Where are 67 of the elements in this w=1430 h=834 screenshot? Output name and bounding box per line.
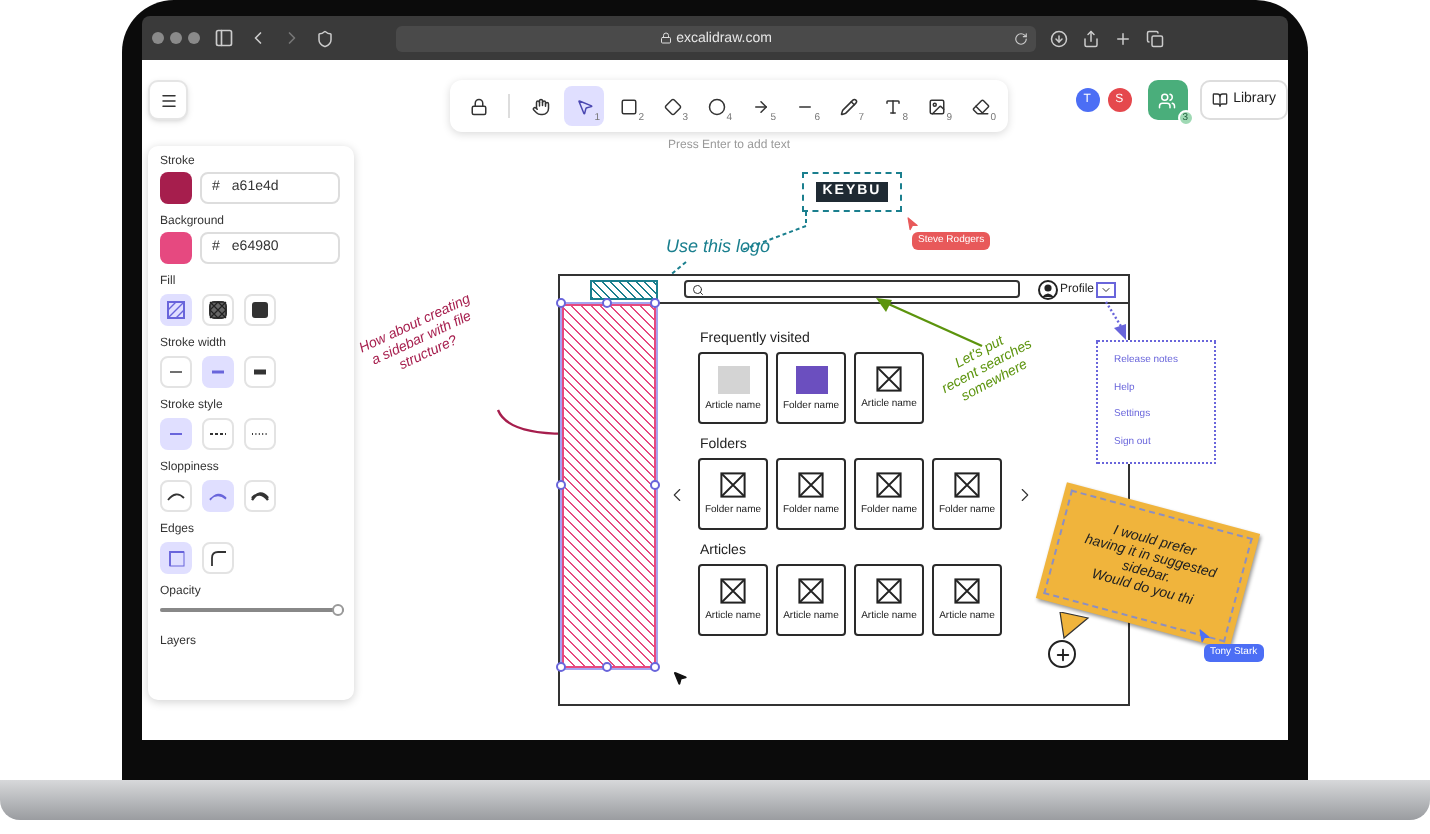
eraser-icon bbox=[971, 97, 989, 115]
text-icon bbox=[883, 97, 901, 115]
option-button[interactable] bbox=[244, 356, 276, 388]
image-placeholder-icon bbox=[876, 472, 902, 498]
option-button[interactable] bbox=[202, 294, 234, 326]
shield-icon[interactable] bbox=[316, 29, 334, 47]
option-button[interactable] bbox=[244, 480, 276, 512]
resize-handle[interactable] bbox=[602, 662, 612, 672]
solid-fill-icon bbox=[250, 300, 270, 320]
lock-icon bbox=[469, 97, 487, 115]
cross-hatch-icon bbox=[208, 300, 228, 320]
cursor-icon bbox=[672, 670, 688, 686]
download-icon[interactable] bbox=[1050, 29, 1068, 47]
pointer-icon bbox=[575, 97, 593, 115]
image-placeholder-icon bbox=[876, 366, 902, 392]
search-icon bbox=[692, 283, 704, 295]
diamond-icon bbox=[663, 97, 681, 115]
option-button[interactable] bbox=[202, 542, 234, 574]
pencil-icon bbox=[839, 97, 857, 115]
annotation-text: Use this logo bbox=[666, 234, 771, 260]
dropdown-toggle[interactable] bbox=[1096, 281, 1117, 297]
image-icon bbox=[927, 97, 945, 115]
image-placeholder-icon bbox=[720, 472, 746, 498]
resize-handle[interactable] bbox=[556, 480, 566, 490]
round-corner-icon bbox=[208, 548, 228, 568]
plus-icon[interactable] bbox=[1114, 29, 1132, 47]
image-placeholder-icon bbox=[954, 472, 980, 498]
option-button[interactable] bbox=[244, 294, 276, 326]
resize-handle[interactable] bbox=[556, 662, 566, 672]
hand-icon bbox=[531, 97, 549, 115]
wavy-curve-icon bbox=[250, 486, 270, 506]
opacity-slider[interactable] bbox=[160, 604, 344, 616]
square-icon bbox=[619, 97, 637, 115]
chevron-icon bbox=[1100, 283, 1113, 295]
sidebar-toggle-icon[interactable] bbox=[214, 28, 234, 48]
resize-handle[interactable] bbox=[650, 480, 660, 490]
tabs-icon[interactable] bbox=[1146, 29, 1164, 47]
sharp-corner-icon bbox=[166, 548, 186, 568]
resize-handle[interactable] bbox=[650, 298, 660, 308]
option-button[interactable] bbox=[160, 480, 192, 512]
color-swatch[interactable] bbox=[160, 232, 192, 264]
resize-handle[interactable] bbox=[556, 298, 566, 308]
share-icon[interactable] bbox=[1082, 29, 1100, 47]
color-swatch[interactable] bbox=[160, 172, 192, 204]
image-placeholder-icon bbox=[798, 472, 824, 498]
reload-icon[interactable] bbox=[1014, 31, 1028, 45]
user-icon bbox=[1038, 279, 1058, 299]
image-placeholder-icon bbox=[798, 578, 824, 604]
logo-placeholder bbox=[590, 279, 658, 299]
resize-handle[interactable] bbox=[602, 298, 612, 308]
image-placeholder-icon bbox=[876, 578, 902, 604]
resize-handle[interactable] bbox=[650, 662, 660, 672]
lock-icon bbox=[660, 32, 673, 44]
speech-tail bbox=[1058, 612, 1090, 640]
add-button[interactable] bbox=[1048, 640, 1076, 668]
menu-icon bbox=[159, 91, 177, 109]
search-field[interactable] bbox=[684, 280, 1020, 298]
circle-icon bbox=[707, 97, 725, 115]
users-icon bbox=[1158, 91, 1177, 109]
plus-icon bbox=[1053, 645, 1071, 663]
image-placeholder-icon bbox=[954, 578, 980, 604]
book-icon bbox=[1211, 92, 1228, 108]
slider-thumb[interactable] bbox=[332, 604, 344, 616]
hatch-fill-icon bbox=[166, 300, 186, 320]
menu-button[interactable] bbox=[148, 80, 188, 120]
arrow-icon bbox=[751, 97, 769, 115]
image-placeholder-icon bbox=[720, 578, 746, 604]
